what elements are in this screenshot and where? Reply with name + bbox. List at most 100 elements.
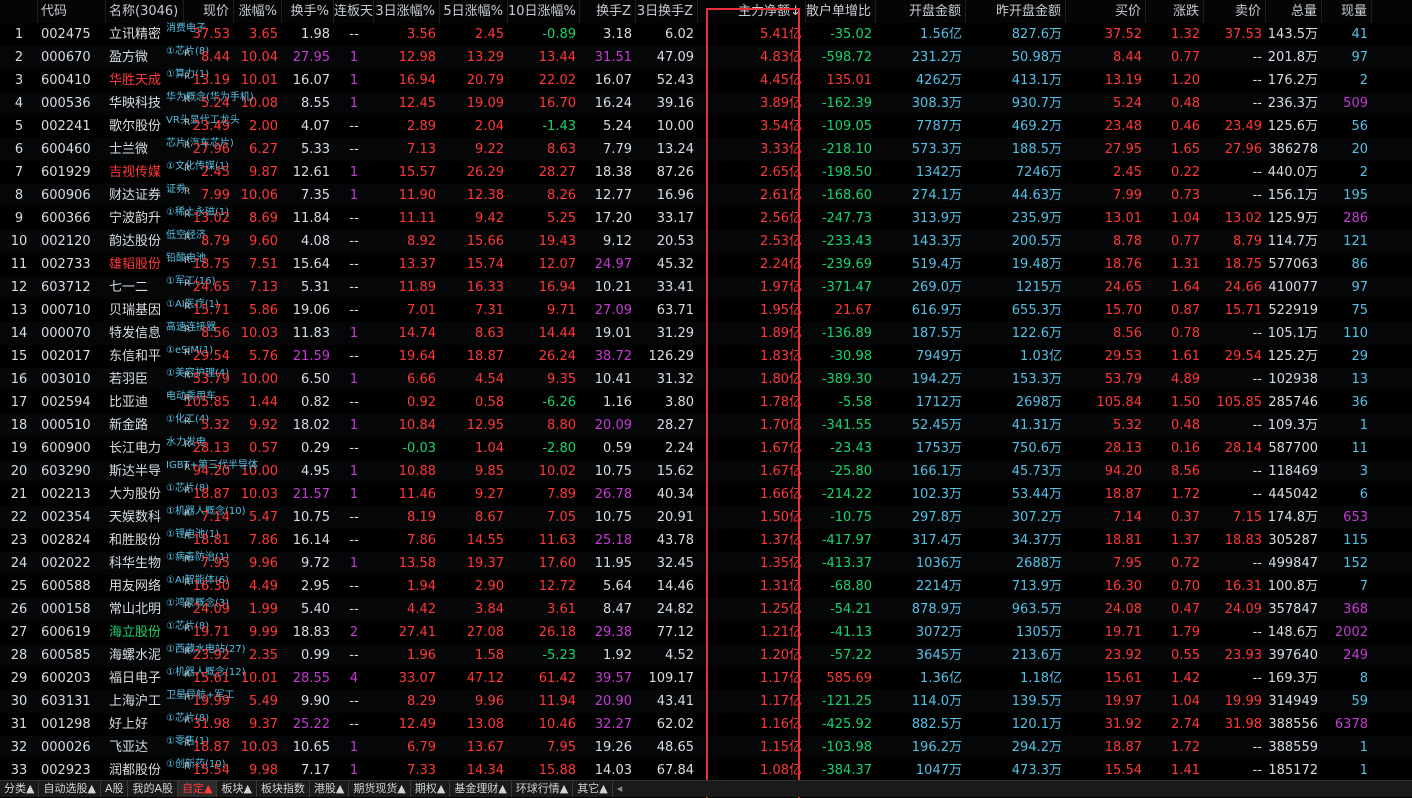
current-volume: 7: [1359, 579, 1368, 594]
row-index: 9: [14, 211, 24, 226]
price-diff: 0.87: [1171, 303, 1200, 318]
table-row[interactable]: 10 002120 韵达股份 低空经济 R 8.79 9.60 4.08 -- 8.92 15.66…: [0, 230, 1412, 253]
main-net-amount: 1.97亿: [760, 280, 802, 295]
table-row[interactable]: 1 002475 立讯精密 消费电子 37.53 3.65 1.98 -- 3.56 2.45 -0…: [0, 23, 1412, 46]
change-5d: 12.38: [466, 188, 504, 203]
table-row[interactable]: 17 002594 比亚迪 电动乘用车 R 105.85 1.44 0.82 -- 0.92 0.5…: [0, 391, 1412, 414]
turnover: 12.61: [292, 165, 330, 180]
column-header[interactable]: 5日涨幅%: [440, 0, 508, 23]
tab-item[interactable]: 环球行情▲: [512, 781, 574, 797]
main-net-amount: 1.25亿: [760, 602, 802, 617]
tab-item[interactable]: 分类▲: [0, 781, 40, 797]
stock-code: 000026: [41, 740, 91, 755]
column-header[interactable]: 换手%: [282, 0, 334, 23]
column-header[interactable]: 昨开盘金额: [966, 0, 1066, 23]
table-row[interactable]: 33 002923 润都股份 ①创新药(10) R 15.54 9.98 7.17 1 7.33 1…: [0, 759, 1412, 782]
table-row[interactable]: 31 001298 好上好 ①芯片(8) R 31.98 9.37 25.22 -- 12.49 1…: [0, 713, 1412, 736]
r-badge: R: [184, 325, 191, 335]
change-pct: 9.92: [249, 418, 278, 433]
table-row[interactable]: 9 600366 宁波韵升 ①稀土永磁(1) R 13.02 8.69 11.84 -- 11.1…: [0, 207, 1412, 230]
column-header[interactable]: 涨幅%: [234, 0, 282, 23]
tab-item[interactable]: 板块指数: [257, 781, 310, 797]
scroll-left-icon[interactable]: ◂: [613, 781, 627, 797]
row-index: 25: [10, 579, 28, 594]
change-3d: 7.01: [407, 303, 436, 318]
tab-item[interactable]: 自动选股▲: [39, 781, 101, 797]
column-header[interactable]: 代码: [38, 0, 106, 23]
table-row[interactable]: 2 000670 盈方微 ①芯片(8) R 8.44 10.04 27.95 1 12.98 13.…: [0, 46, 1412, 69]
tab-item[interactable]: 板块▲: [217, 781, 257, 797]
ask-price: 27.96: [1224, 142, 1262, 157]
column-header[interactable]: 散户单增比: [806, 0, 876, 23]
open-amount: 194.2万: [911, 372, 962, 387]
main-net-amount: 1.08亿: [760, 763, 802, 778]
total-volume: 125.6万: [1267, 119, 1318, 134]
turnover-z: 39.57: [594, 671, 632, 686]
column-header[interactable]: [0, 0, 38, 23]
change-10d: -0.89: [542, 27, 576, 42]
bid-price: 23.92: [1104, 648, 1142, 663]
bid-price: 15.70: [1104, 303, 1142, 318]
turnover-z: 16.07: [594, 73, 632, 88]
tab-item[interactable]: A股: [101, 781, 129, 797]
bid-price: 53.79: [1104, 372, 1142, 387]
bid-price: 18.76: [1104, 257, 1142, 272]
stock-code: 601929: [41, 165, 91, 180]
price-diff: 4.89: [1171, 372, 1200, 387]
turnover: 11.83: [292, 326, 330, 341]
stock-name: 长江电力: [109, 441, 162, 456]
tab-item[interactable]: 基金理财▲: [450, 781, 512, 797]
retail-ratio: -247.73: [821, 211, 872, 226]
total-volume: 118469: [1268, 464, 1318, 479]
column-header[interactable]: 3日换手Z: [636, 0, 698, 23]
prev-open-amount: 413.1万: [1011, 73, 1062, 88]
bid-price: 29.53: [1104, 349, 1142, 364]
retail-ratio: -5.58: [838, 395, 872, 410]
column-header[interactable]: 涨跌: [1146, 0, 1204, 23]
tab-item[interactable]: 期货现货▲: [349, 781, 411, 797]
current-volume: 1: [1359, 763, 1368, 778]
change-3d: 8.19: [407, 510, 436, 525]
ask-price: --: [1252, 73, 1262, 88]
tab-item[interactable]: 其它▲: [573, 781, 613, 797]
column-header[interactable]: 现量: [1322, 0, 1372, 23]
tab-item[interactable]: 港股▲: [310, 781, 350, 797]
main-net-amount: 2.65亿: [760, 165, 802, 180]
turnover-z-3d: 28.27: [656, 418, 694, 433]
change-10d: -2.80: [542, 441, 576, 456]
column-header[interactable]: 3日涨幅%: [374, 0, 440, 23]
turnover: 0.99: [301, 648, 330, 663]
table-row[interactable]: 7 601929 吉视传媒 ①文化传媒(1) R 2.45 9.87 12.61 1 15.57 2…: [0, 161, 1412, 184]
table-row[interactable]: 26 000158 常山北明 ①鸿蒙概念(3) R 24.09 1.99 5.40 -- 4.42…: [0, 598, 1412, 621]
column-header[interactable]: 换手Z: [580, 0, 636, 23]
change-10d: 22.02: [538, 73, 576, 88]
column-header[interactable]: 总量: [1266, 0, 1322, 23]
column-header[interactable]: 卖价: [1204, 0, 1266, 23]
tab-item[interactable]: 自定▲: [178, 781, 218, 797]
column-header[interactable]: 买价: [1066, 0, 1146, 23]
turnover-z-3d: 63.71: [656, 303, 694, 318]
stock-name: 和胜股份: [109, 533, 162, 548]
table-row[interactable]: 30 603131 上海沪工 卫星导航+军工 R 19.99 5.49 9.90 -- 8.29 9…: [0, 690, 1412, 713]
main-net-amount: 5.41亿: [760, 27, 802, 42]
column-header[interactable]: 10日涨幅%: [508, 0, 580, 23]
table-row[interactable]: 20 603290 斯达半导 IGBT+第三代半导体 R 94.20 10.00 4.95 1 1…: [0, 460, 1412, 483]
column-header[interactable]: 主力净额↓: [698, 0, 806, 23]
price-diff: 0.37: [1171, 510, 1200, 525]
column-header[interactable]: 连板天: [334, 0, 374, 23]
change-10d: 61.42: [538, 671, 576, 686]
column-header[interactable]: 开盘金额: [876, 0, 966, 23]
stock-name: 吉视传媒: [109, 165, 162, 180]
table-row[interactable]: 18 000510 新金路 ①化工(4) R 5.32 9.92 18.02 1 10.84 12.…: [0, 414, 1412, 437]
change-5d: 7.31: [475, 303, 504, 318]
price-diff: 0.77: [1171, 234, 1200, 249]
change-10d: 15.88: [538, 763, 576, 778]
current-volume: 121: [1343, 234, 1368, 249]
main-net-amount: 1.83亿: [760, 349, 802, 364]
stock-code: 600460: [41, 142, 91, 157]
tab-item[interactable]: 期权▲: [411, 781, 451, 797]
stock-name-cell[interactable]: 润都股份 ①创新药(10): [106, 759, 226, 782]
tab-item[interactable]: 我的A股: [128, 781, 178, 797]
prev-open-amount: 1.03亿: [1020, 349, 1062, 364]
consecutive-limit: 1: [349, 73, 359, 88]
